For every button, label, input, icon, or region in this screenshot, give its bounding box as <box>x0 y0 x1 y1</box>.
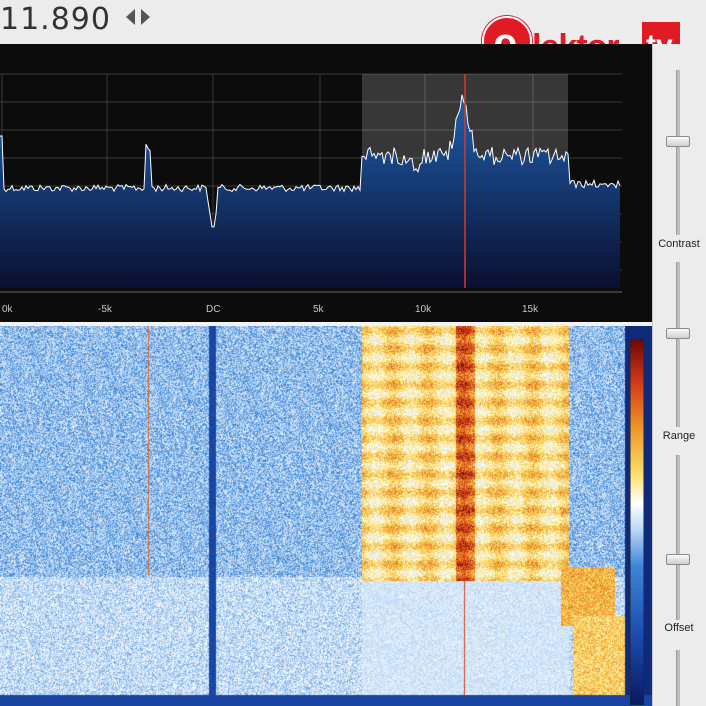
offset-slider-thumb[interactable] <box>666 553 690 565</box>
contrast-label: Contrast <box>658 238 700 250</box>
x-tick-label: 5k <box>313 304 325 315</box>
x-axis-ticks: 0k -5k DC 5k 10k 15k <box>2 304 539 315</box>
x-tick-label: 10k <box>415 304 432 315</box>
contrast-slider-thumb[interactable] <box>666 135 690 147</box>
offset-slider-track[interactable] <box>676 455 680 620</box>
frequency-display[interactable]: 11.890 <box>0 2 111 37</box>
right-triangle-icon[interactable] <box>141 9 150 25</box>
x-tick-label: -5k <box>98 304 113 315</box>
left-triangle-icon[interactable] <box>126 9 135 25</box>
range-slider-track[interactable] <box>676 262 680 427</box>
range-label: Range <box>662 430 696 442</box>
waterfall-panel[interactable] <box>0 326 652 706</box>
x-tick-label: 0k <box>2 304 14 315</box>
offset-label: Offset <box>664 622 694 634</box>
range-slider-thumb[interactable] <box>666 327 690 339</box>
colormap-scale <box>630 339 644 705</box>
contrast-slider-track[interactable] <box>676 70 680 235</box>
x-tick-label: DC <box>206 304 220 315</box>
x-tick-label: 15k <box>522 304 539 315</box>
spectrum-panel[interactable]: 0k -5k DC 5k 10k 15k <box>0 44 652 322</box>
extra-slider-track[interactable] <box>676 650 680 706</box>
